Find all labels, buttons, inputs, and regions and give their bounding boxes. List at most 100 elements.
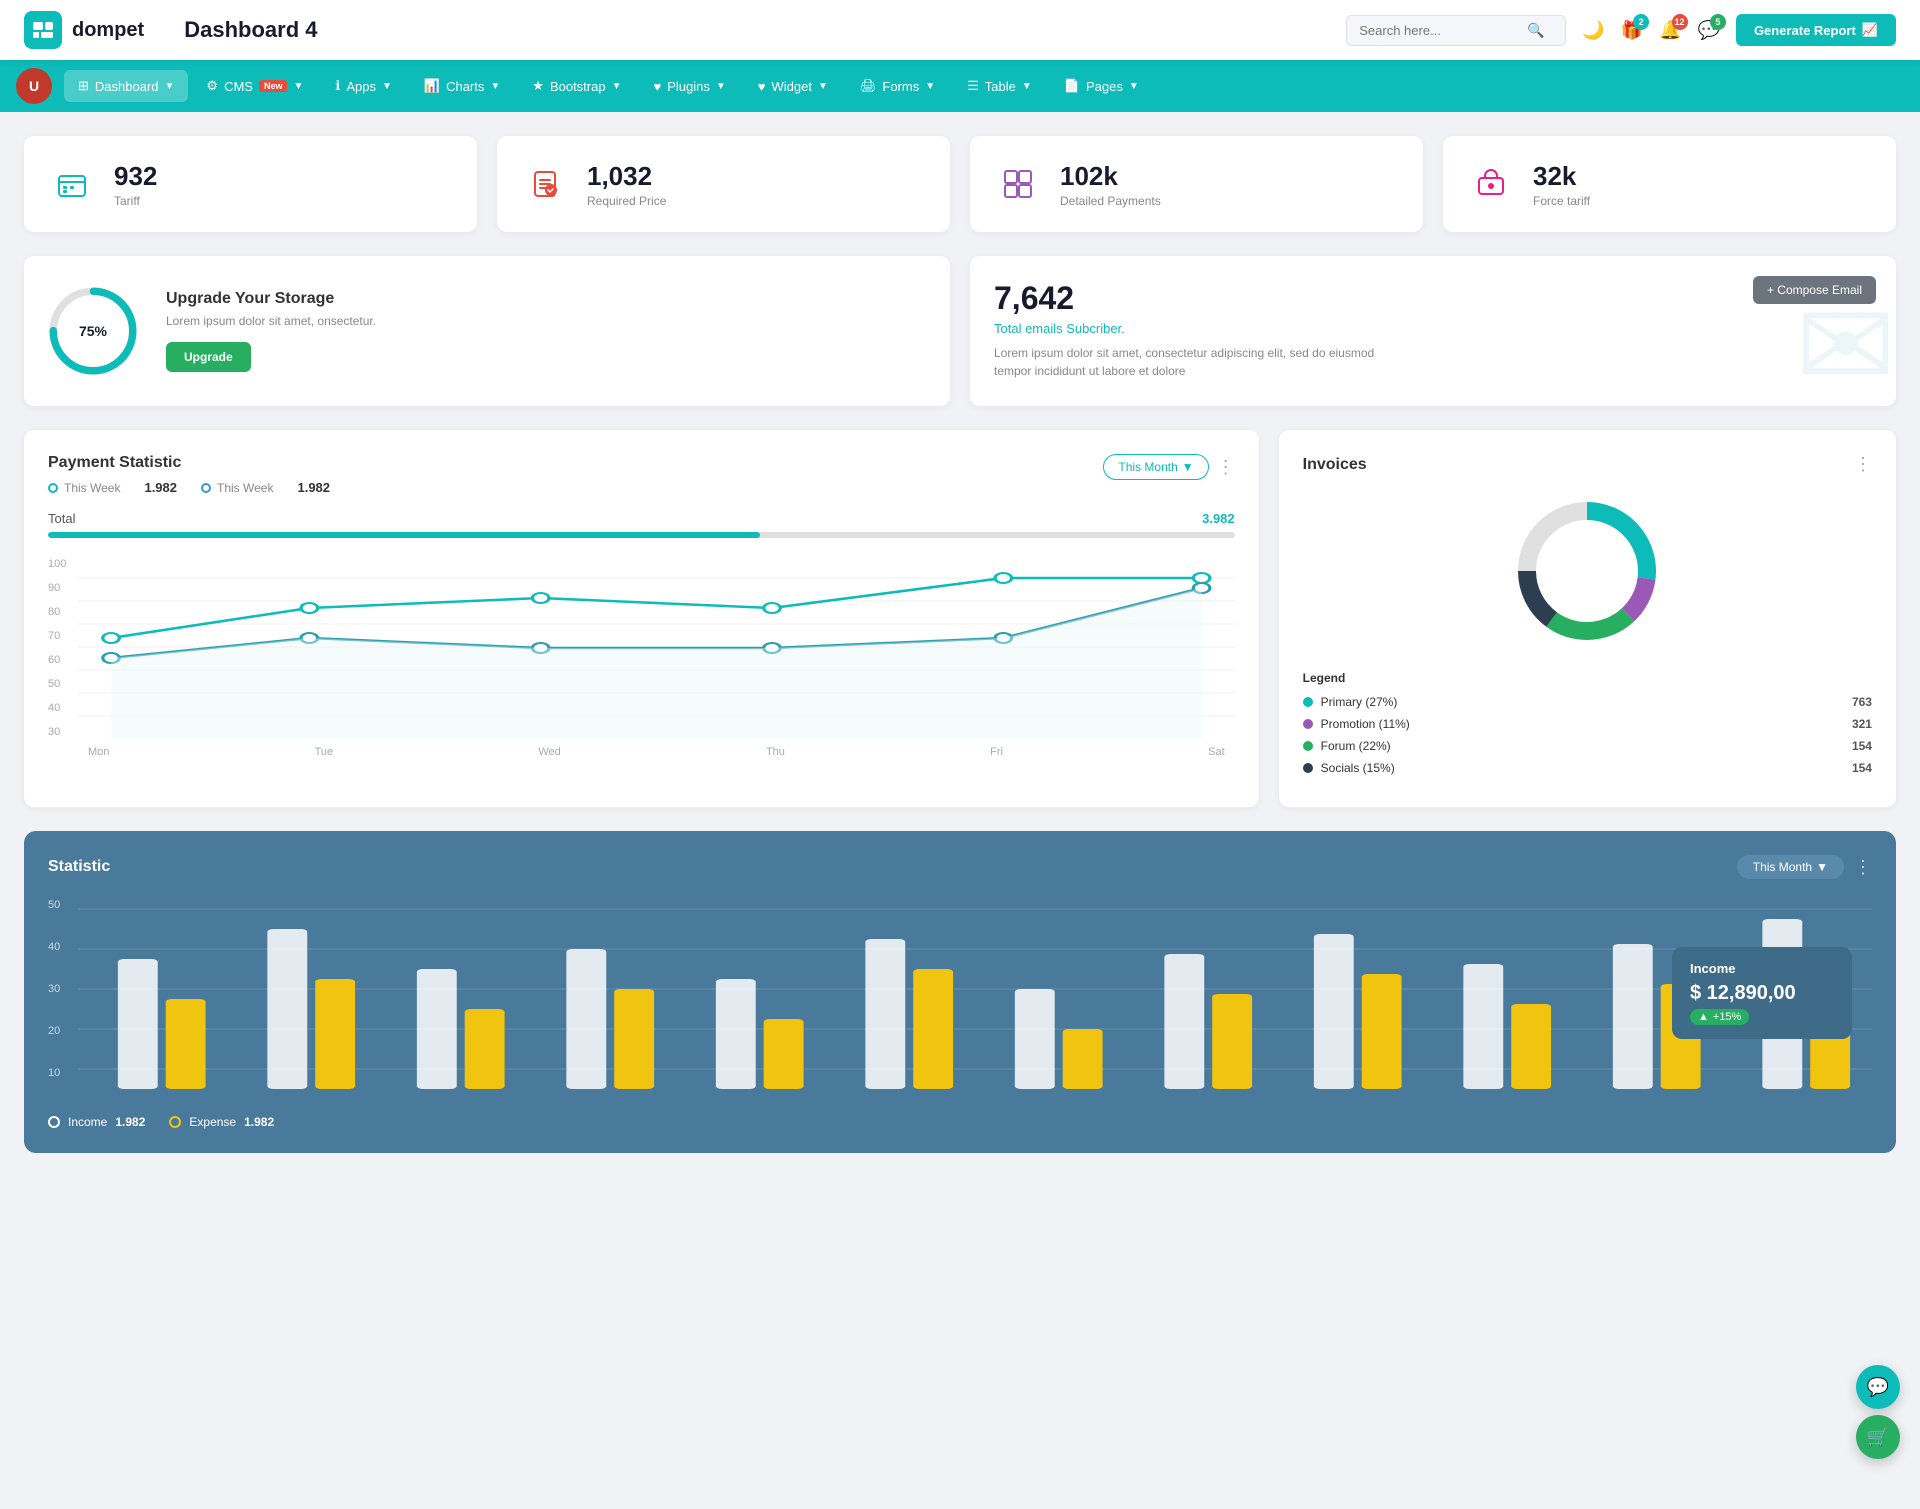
tariff-value: 932: [114, 161, 157, 192]
bar-chart: [78, 899, 1872, 1099]
line-chart: [78, 558, 1235, 738]
income-amount: $ 12,890,00: [1690, 982, 1834, 1005]
invoices-title: Invoices: [1303, 456, 1367, 474]
promotion-value: 321: [1852, 717, 1872, 731]
statistic-filter-area: This Month ▼ ⋮: [1737, 855, 1872, 879]
chevron-down-icon: ▼: [1129, 81, 1139, 92]
generate-report-button[interactable]: Generate Report 📈: [1736, 14, 1896, 46]
nav-item-forms[interactable]: 🖨 Forms ▼: [846, 70, 949, 102]
promotion-dot: [1303, 719, 1313, 729]
cms-icon: ⚙: [206, 78, 218, 94]
chevron-down-icon: ▼: [382, 81, 392, 92]
nav-item-plugins[interactable]: ♥ Plugins ▼: [640, 71, 740, 102]
logo-icon: [24, 11, 62, 49]
storage-percent: 75%: [79, 323, 107, 339]
income-dot: [48, 1116, 60, 1128]
invoices-legend: Legend Primary (27%) 763 Promotion (11%)…: [1303, 671, 1872, 775]
line-chart-wrapper: 100 90 80 70 60 50 40 30: [48, 558, 1235, 758]
legend-dot-blue: [201, 483, 211, 493]
email-subtitle: Total emails Subcriber.: [994, 321, 1872, 336]
email-card: + Compose Email 7,642 Total emails Subcr…: [970, 256, 1896, 406]
expense-dot: [169, 1116, 181, 1128]
user-avatar: U: [16, 68, 52, 104]
forum-value: 154: [1852, 739, 1872, 753]
storage-donut: 75%: [48, 286, 138, 376]
header-right: 🔍 🌙 🎁 2 🔔 12 💬 5 Generate Report 📈: [1346, 14, 1896, 46]
legend-title: Legend: [1303, 671, 1872, 685]
payment-filter-button[interactable]: This Month ▼: [1103, 454, 1208, 480]
expense-legend-item: Expense 1.982: [169, 1115, 274, 1129]
moon-icon[interactable]: 🌙: [1582, 20, 1604, 41]
payment-more-options[interactable]: ⋮: [1217, 457, 1235, 478]
legend-dot-teal: [48, 483, 58, 493]
payment-header: Payment Statistic This Week 1.982 This W…: [48, 454, 1235, 495]
statistic-legend: Income 1.982 Expense 1.982: [48, 1115, 1872, 1129]
nav-item-apps[interactable]: ℹ Apps ▼: [321, 70, 406, 102]
progress-fill: [48, 532, 760, 538]
chevron-down-icon: ▼: [293, 81, 303, 92]
x-axis-labels: Mon Tue Wed Thu Fri Sat: [78, 746, 1235, 758]
table-icon: ☰: [967, 78, 979, 94]
nav-item-dashboard[interactable]: ⊞ Dashboard ▼: [64, 70, 188, 102]
nav-item-cms[interactable]: ⚙ CMS New ▼: [192, 70, 317, 102]
legend-socials: Socials (15%) 154: [1303, 761, 1872, 775]
force-tariff-icon: [1467, 160, 1515, 208]
charts-icon: 📊: [424, 78, 440, 94]
pages-icon: 📄: [1064, 78, 1080, 94]
chevron-down-icon: ▼: [1182, 460, 1194, 474]
stat-cards: 932 Tariff 1,032 Required Price: [24, 136, 1896, 232]
forms-icon: 🖨: [860, 78, 877, 94]
chevron-down-icon: ▼: [1816, 860, 1828, 874]
nav-item-pages[interactable]: 📄 Pages ▼: [1050, 70, 1153, 102]
income-tooltip-title: Income: [1690, 961, 1834, 976]
statistic-title: Statistic: [48, 858, 110, 876]
search-box[interactable]: 🔍: [1346, 15, 1566, 46]
legend-promotion: Promotion (11%) 321: [1303, 717, 1872, 731]
nav-item-widget[interactable]: ♥ Widget ▼: [744, 71, 842, 102]
statistic-more-options[interactable]: ⋮: [1854, 857, 1872, 878]
invoices-more-options[interactable]: ⋮: [1854, 454, 1872, 475]
chat-badge: 5: [1710, 14, 1726, 30]
upgrade-button[interactable]: Upgrade: [166, 342, 251, 372]
widget-icon: ♥: [758, 79, 766, 94]
bootstrap-icon: ★: [532, 78, 544, 94]
gift-btn[interactable]: 🎁 2: [1621, 20, 1643, 41]
search-input[interactable]: [1359, 23, 1519, 38]
forum-dot: [1303, 741, 1313, 751]
cart-float-button[interactable]: 🛒: [1856, 1415, 1900, 1459]
email-bg-icon: ✉: [1795, 277, 1896, 406]
apps-icon: ℹ: [335, 78, 340, 94]
storage-description: Lorem ipsum dolor sit amet, onsectetur.: [166, 314, 376, 328]
search-icon[interactable]: 🔍: [1527, 22, 1544, 39]
nav-item-charts[interactable]: 📊 Charts ▼: [410, 70, 514, 102]
primary-dot: [1303, 697, 1313, 707]
middle-section: 75% Upgrade Your Storage Lorem ipsum dol…: [24, 256, 1896, 406]
storage-title: Upgrade Your Storage: [166, 290, 376, 308]
invoices-header: Invoices ⋮: [1303, 454, 1872, 475]
income-chip: ▲ +15%: [1690, 1009, 1749, 1025]
bell-badge: 12: [1672, 14, 1688, 30]
y-axis-labels: 100 90 80 70 60 50 40 30: [48, 558, 66, 758]
statistic-section: Statistic This Month ▼ ⋮ 50 40 30 20 10: [24, 831, 1896, 1153]
socials-value: 154: [1852, 761, 1872, 775]
statistic-filter-button[interactable]: This Month ▼: [1737, 855, 1844, 879]
force-tariff-value: 32k: [1533, 161, 1590, 192]
payment-filter-area: This Month ▼ ⋮: [1103, 454, 1234, 480]
cms-new-badge: New: [259, 80, 288, 92]
bell-btn[interactable]: 🔔 12: [1659, 20, 1681, 41]
income-tooltip: Income $ 12,890,00 ▲ +15%: [1672, 947, 1852, 1039]
nav-item-bootstrap[interactable]: ★ Bootstrap ▼: [518, 70, 635, 102]
chat-btn[interactable]: 💬 5: [1698, 20, 1720, 41]
stat-card-tariff: 932 Tariff: [24, 136, 477, 232]
invoices-card: Invoices ⋮: [1279, 430, 1896, 807]
nav-item-table[interactable]: ☰ Table ▼: [953, 70, 1046, 102]
chevron-down-icon: ▼: [490, 81, 500, 92]
legend-value-2: 1.982: [297, 480, 330, 495]
support-float-button[interactable]: 💬: [1856, 1365, 1900, 1409]
required-price-label: Required Price: [587, 194, 666, 208]
primary-value: 763: [1852, 695, 1872, 709]
logo-text: dompet: [72, 19, 144, 42]
header: dompet Dashboard 4 🔍 🌙 🎁 2 🔔 12 💬 5 Gene…: [0, 0, 1920, 60]
chart-icon: 📈: [1862, 22, 1878, 38]
chevron-down-icon: ▼: [818, 81, 828, 92]
